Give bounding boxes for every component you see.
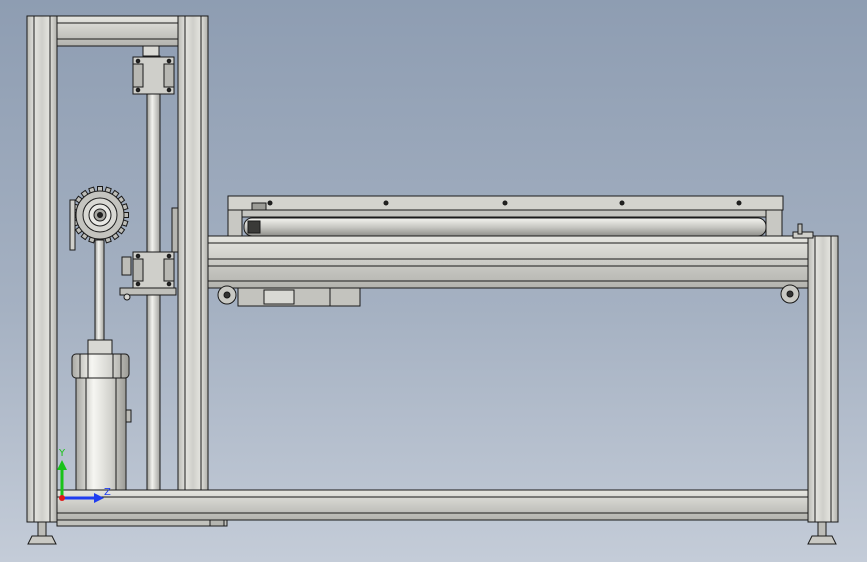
right-outer-post bbox=[807, 235, 839, 523]
z-axis-label: Z bbox=[104, 487, 111, 498]
conveyor-roller bbox=[243, 217, 767, 237]
x-axis-origin bbox=[59, 495, 65, 501]
cad-viewport[interactable]: Y Z bbox=[0, 0, 867, 562]
conveyor-assembly bbox=[207, 195, 839, 523]
tower-top-beam bbox=[56, 15, 179, 47]
sprocket-assembly bbox=[69, 186, 129, 341]
left-leveling-foot bbox=[27, 535, 57, 545]
cylinder-barrel bbox=[75, 377, 127, 491]
piston-rod bbox=[94, 239, 105, 341]
y-axis-label: Y bbox=[58, 448, 66, 459]
base-frame bbox=[27, 489, 837, 545]
base-beam bbox=[56, 489, 809, 521]
left-outer-post bbox=[26, 15, 58, 523]
pneumatic-cylinder bbox=[71, 339, 132, 491]
assembly-drawing: Y Z bbox=[26, 15, 839, 545]
conveyor-main-beam bbox=[207, 235, 813, 289]
right-leveling-foot bbox=[807, 535, 837, 545]
tower-inner-post bbox=[177, 15, 209, 491]
vertical-guide-rail bbox=[119, 45, 179, 491]
drive-motor bbox=[237, 287, 361, 307]
